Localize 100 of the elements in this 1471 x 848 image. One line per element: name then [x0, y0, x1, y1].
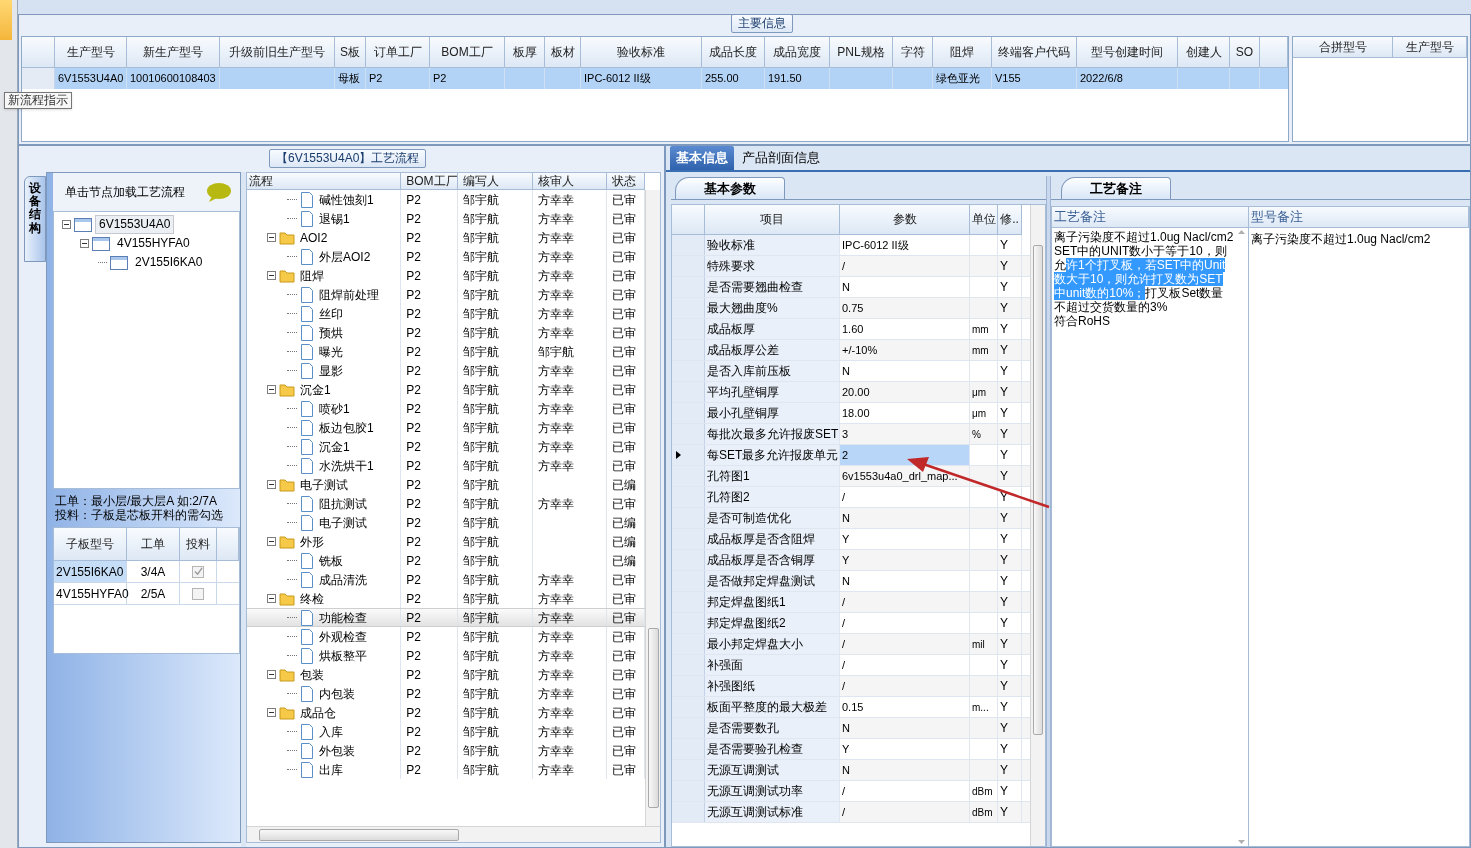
- collapse-icon[interactable]: [267, 594, 276, 603]
- table-row[interactable]: 是否需要验孔检查 Y Y: [672, 739, 1030, 760]
- panel-tab[interactable]: 基本参数: [675, 177, 785, 199]
- table-row[interactable]: 6V1553U4A0 10010600108403 母板 P2 P2 IPC-6012 II级 255.00 191.50 绿色亚光 V155 2022/6/8: [22, 68, 1288, 89]
- column-header[interactable]: 子板型号: [54, 528, 127, 561]
- table-row[interactable]: 无源互调测试功率 / dBm Y: [672, 781, 1030, 802]
- tree-row[interactable]: 入库 P2 邹宇航 方幸幸 已审: [247, 722, 646, 741]
- side-tab[interactable]: 设备结构: [24, 176, 46, 262]
- column-header[interactable]: 验收标准: [581, 37, 702, 68]
- table-row[interactable]: 特殊要求 / Y: [672, 256, 1030, 277]
- tree-row[interactable]: 电子测试 P2 邹宇航 已编: [247, 475, 646, 494]
- tree-row[interactable]: 喷砂1 P2 邹宇航 方幸幸 已审: [247, 399, 646, 418]
- table-row[interactable]: 是否入库前压板 N Y: [672, 361, 1030, 382]
- column-header[interactable]: 新生产型号: [127, 37, 220, 68]
- tree-row[interactable]: 烘板整平 P2 邹宇航 方幸幸 已审: [247, 646, 646, 665]
- table-row[interactable]: 成品板厚公差 +/-10% mm Y: [672, 340, 1030, 361]
- column-header[interactable]: 核审人: [532, 173, 608, 190]
- tree-row[interactable]: 曝光 P2 邹宇航 邹宇航 已审: [247, 342, 646, 361]
- tab[interactable]: 基本信息: [670, 146, 734, 170]
- collapse-icon[interactable]: [62, 220, 71, 229]
- table-row[interactable]: 最小邦定焊盘大小 / mil Y: [672, 634, 1030, 655]
- column-header[interactable]: 流程: [247, 173, 402, 190]
- table-cell[interactable]: 2V155I6KA0: [54, 561, 127, 582]
- collapse-icon[interactable]: [80, 239, 89, 248]
- tree-row[interactable]: 成品仓 P2 邹宇航 方幸幸 已审: [247, 703, 646, 722]
- tree-row[interactable]: 出库 P2 邹宇航 方幸幸 已审: [247, 760, 646, 779]
- table-row[interactable]: 最大翘曲度% 0.75 Y: [672, 298, 1030, 319]
- tree-row[interactable]: 碱性蚀刻1 P2 邹宇航 方幸幸 已审: [247, 190, 646, 209]
- table-row[interactable]: 是否做邦定焊盘测试 N Y: [672, 571, 1030, 592]
- tree-row[interactable]: 显影 P2 邹宇航 方幸幸 已审: [247, 361, 646, 380]
- tree-row[interactable]: 退锡1 P2 邹宇航 方幸幸 已审: [247, 209, 646, 228]
- vertical-scrollbar[interactable]: [1030, 205, 1045, 846]
- tree-row[interactable]: 沉金1 P2 邹宇航 方幸幸 已审: [247, 380, 646, 399]
- column-header[interactable]: 终端客户代码: [992, 37, 1077, 68]
- panel-tab[interactable]: 工艺备注: [1061, 177, 1171, 199]
- tree-row[interactable]: AOI2 P2 邹宇航 方幸幸 已审: [247, 228, 646, 247]
- collapse-icon[interactable]: [267, 233, 276, 242]
- column-header[interactable]: 编写人: [457, 173, 533, 190]
- table-row[interactable]: 是否需要数孔 N Y: [672, 718, 1030, 739]
- tree-row[interactable]: 外形 P2 邹宇航 已编: [247, 532, 646, 551]
- column-header[interactable]: BOM工厂: [401, 173, 458, 190]
- tree-row[interactable]: 外层AOI2 P2 邹宇航 方幸幸 已审: [247, 247, 646, 266]
- table-cell[interactable]: 4V155HYFA0: [54, 583, 127, 604]
- tree-row[interactable]: 铣板 P2 邹宇航 已编: [247, 551, 646, 570]
- column-header[interactable]: 升级前旧生产型号: [220, 37, 335, 68]
- horizontal-scrollbar[interactable]: [247, 826, 660, 842]
- column-header[interactable]: 订单工厂: [366, 37, 430, 68]
- column-header[interactable]: 型号备注: [1249, 207, 1469, 228]
- column-header[interactable]: 合拼型号: [1293, 37, 1393, 58]
- table-row[interactable]: 每SET最多允许报废单元 2 Y: [672, 445, 1030, 466]
- table-row[interactable]: 补强面 / Y: [672, 655, 1030, 676]
- checkbox[interactable]: [192, 565, 204, 578]
- column-header[interactable]: S板: [335, 37, 366, 68]
- tree-row[interactable]: 阻焊 P2 邹宇航 方幸幸 已审: [247, 266, 646, 285]
- tree-row[interactable]: 内包装 P2 邹宇航 方幸幸 已审: [247, 684, 646, 703]
- tree-row[interactable]: 功能检查 P2 邹宇航 方幸幸 已审: [247, 608, 646, 627]
- tree-row[interactable]: 丝印 P2 邹宇航 方幸幸 已审: [247, 304, 646, 323]
- table-row[interactable]: 无源互调测试标准 / dBm Y: [672, 802, 1030, 823]
- tree-node[interactable]: 4V155HYFA0: [113, 234, 194, 253]
- tree-row[interactable]: 外观检查 P2 邹宇航 方幸幸 已审: [247, 627, 646, 646]
- column-header[interactable]: 成品宽度: [765, 37, 830, 68]
- column-header[interactable]: 字符: [893, 37, 933, 68]
- table-row[interactable]: 成品板厚是否含铜厚 Y Y: [672, 550, 1030, 571]
- tab[interactable]: 产品剖面信息: [736, 146, 826, 170]
- tree-row[interactable]: 阻焊前处理 P2 邹宇航 方幸幸 已审: [247, 285, 646, 304]
- tree-row[interactable]: 预烘 P2 邹宇航 方幸幸 已审: [247, 323, 646, 342]
- column-header[interactable]: 创建人: [1178, 37, 1230, 68]
- table-row[interactable]: 是否可制造优化 N Y: [672, 508, 1030, 529]
- column-header[interactable]: SO: [1230, 37, 1260, 68]
- column-header[interactable]: 阻焊: [933, 37, 992, 68]
- row-header[interactable]: [672, 445, 705, 465]
- tree-row[interactable]: 板边包胶1 P2 邹宇航 方幸幸 已审: [247, 418, 646, 437]
- column-header[interactable]: 生产型号: [55, 37, 127, 68]
- collapse-icon[interactable]: [267, 385, 276, 394]
- collapse-icon[interactable]: [267, 480, 276, 489]
- tree-row[interactable]: 包装 P2 邹宇航 方幸幸 已审: [247, 665, 646, 684]
- collapse-icon[interactable]: [267, 271, 276, 280]
- table-row[interactable]: 邦定焊盘图纸1 / Y: [672, 592, 1030, 613]
- checkbox[interactable]: [192, 587, 204, 600]
- tree-row[interactable]: 电子测试 P2 邹宇航 已编: [247, 513, 646, 532]
- column-header[interactable]: BOM工厂: [430, 37, 505, 68]
- table-row[interactable]: 板面平整度的最大极差 0.15 m... Y: [672, 697, 1030, 718]
- tree-node[interactable]: 6V1553U4A0: [95, 215, 175, 234]
- column-header[interactable]: 修..: [998, 205, 1022, 235]
- table-row[interactable]: 补强图纸 / Y: [672, 676, 1030, 697]
- tree-row[interactable]: 沉金1 P2 邹宇航 方幸幸 已审: [247, 437, 646, 456]
- column-header[interactable]: 工艺备注: [1052, 207, 1249, 228]
- column-header[interactable]: 参数: [840, 205, 970, 235]
- tree-row[interactable]: 阻抗测试 P2 邹宇航 方幸幸 已审: [247, 494, 646, 513]
- table-row[interactable]: 成品板厚 1.60 mm Y: [672, 319, 1030, 340]
- splitter[interactable]: [241, 172, 246, 847]
- collapse-icon[interactable]: [267, 537, 276, 546]
- side-handle[interactable]: [0, 0, 12, 40]
- tree-row[interactable]: 外包装 P2 邹宇航 方幸幸 已审: [247, 741, 646, 760]
- table-row[interactable]: 平均孔壁铜厚 20.00 μm Y: [672, 382, 1030, 403]
- column-header[interactable]: 单位: [970, 205, 998, 235]
- column-header[interactable]: 板厚: [505, 37, 545, 68]
- collapse-icon[interactable]: [267, 670, 276, 679]
- splitter[interactable]: [1046, 176, 1051, 847]
- column-header[interactable]: 项目: [705, 205, 840, 235]
